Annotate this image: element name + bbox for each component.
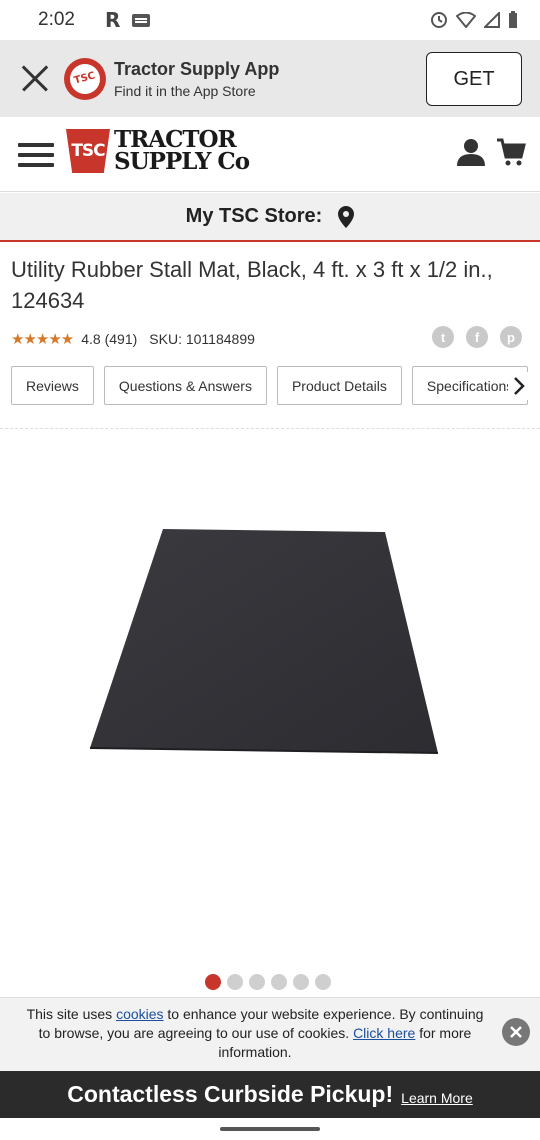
tab-reviews[interactable]: Reviews [11, 366, 94, 405]
facebook-icon[interactable]: f [466, 326, 488, 348]
close-icon[interactable] [502, 1018, 530, 1046]
learn-more-link[interactable]: Learn More [401, 1090, 473, 1106]
cart-icon[interactable] [496, 137, 526, 167]
cookie-text-1: This site uses [26, 1006, 117, 1022]
click-here-link[interactable]: Click here [353, 1025, 415, 1041]
r-icon: R [104, 8, 121, 32]
product-image[interactable] [88, 525, 440, 757]
ge-icon [132, 13, 151, 27]
store-label: My TSC Store: [185, 205, 323, 227]
product-title: Utility Rubber Stall Mat, Black, 4 ft. x… [11, 257, 493, 313]
pinterest-icon[interactable]: p [500, 326, 522, 348]
curbside-banner: Contactless Curbside Pickup! Learn More [0, 1071, 540, 1118]
star-rating-icon[interactable]: ★★★★★ [11, 330, 74, 348]
status-bar: 2:02 R [0, 0, 540, 40]
carousel-dot[interactable] [271, 974, 287, 990]
chevron-right-icon[interactable] [508, 372, 530, 400]
sku-number: SKU: 101184899 [149, 331, 255, 347]
account-icon[interactable] [456, 137, 486, 167]
status-icons [430, 11, 518, 29]
curbside-title: Contactless Curbside Pickup! [67, 1081, 394, 1107]
tsc-badge-text: TSC [71, 141, 105, 161]
location-pin-icon [338, 205, 355, 228]
app-install-banner: TSC Tractor Supply App Find it in the Ap… [0, 40, 540, 117]
twitter-icon[interactable]: t [432, 326, 454, 348]
banner-title: Tractor Supply App [114, 58, 280, 79]
carousel-dot[interactable] [315, 974, 331, 990]
close-icon[interactable] [20, 64, 50, 94]
social-share: t f p [432, 326, 522, 348]
wifi-icon [456, 12, 476, 28]
cookie-text: This site uses cookies to enhance your w… [24, 1005, 486, 1062]
logo-wordmark: TRACTOR SUPPLY Co [114, 128, 250, 175]
logo-line-2: SUPPLY Co [114, 148, 250, 175]
carousel-dots [205, 974, 331, 990]
rating-count[interactable]: 4.8 (491) [81, 331, 137, 347]
tsc-badge: TSC [66, 129, 110, 173]
status-time: 2:02 [38, 9, 75, 30]
site-header: TSC TRACTOR SUPPLY Co [0, 117, 540, 192]
carousel-dot[interactable] [205, 974, 221, 990]
product-tabs: Reviews Questions & Answers Product Deta… [11, 366, 540, 406]
cookies-link[interactable]: cookies [116, 1006, 163, 1022]
divider [0, 428, 540, 429]
sync-icon [431, 12, 447, 28]
tractor-supply-logo[interactable]: TSC TRACTOR SUPPLY Co [66, 128, 250, 175]
app-logo: TSC [64, 57, 106, 100]
menu-icon[interactable] [18, 143, 54, 167]
signal-icon [484, 12, 500, 28]
get-app-button[interactable]: GET [426, 52, 522, 106]
tab-questions-answers[interactable]: Questions & Answers [103, 366, 267, 405]
app-logo-text: TSC [73, 70, 97, 87]
my-store-bar[interactable]: My TSC Store: [0, 193, 540, 242]
rating-row: ★★★★★ 4.8 (491) SKU: 101184899 [11, 330, 255, 348]
battery-icon [509, 11, 517, 28]
tab-product-details[interactable]: Product Details [276, 366, 402, 405]
carousel-dot[interactable] [249, 974, 265, 990]
banner-subtitle: Find it in the App Store [114, 82, 256, 99]
cookie-notice: This site uses cookies to enhance your w… [0, 997, 540, 1071]
carousel-dot[interactable] [293, 974, 309, 990]
carousel-dot[interactable] [227, 974, 243, 990]
gesture-nav-handle[interactable] [220, 1127, 320, 1131]
banner-text: Tractor Supply App Find it in the App St… [114, 59, 279, 99]
